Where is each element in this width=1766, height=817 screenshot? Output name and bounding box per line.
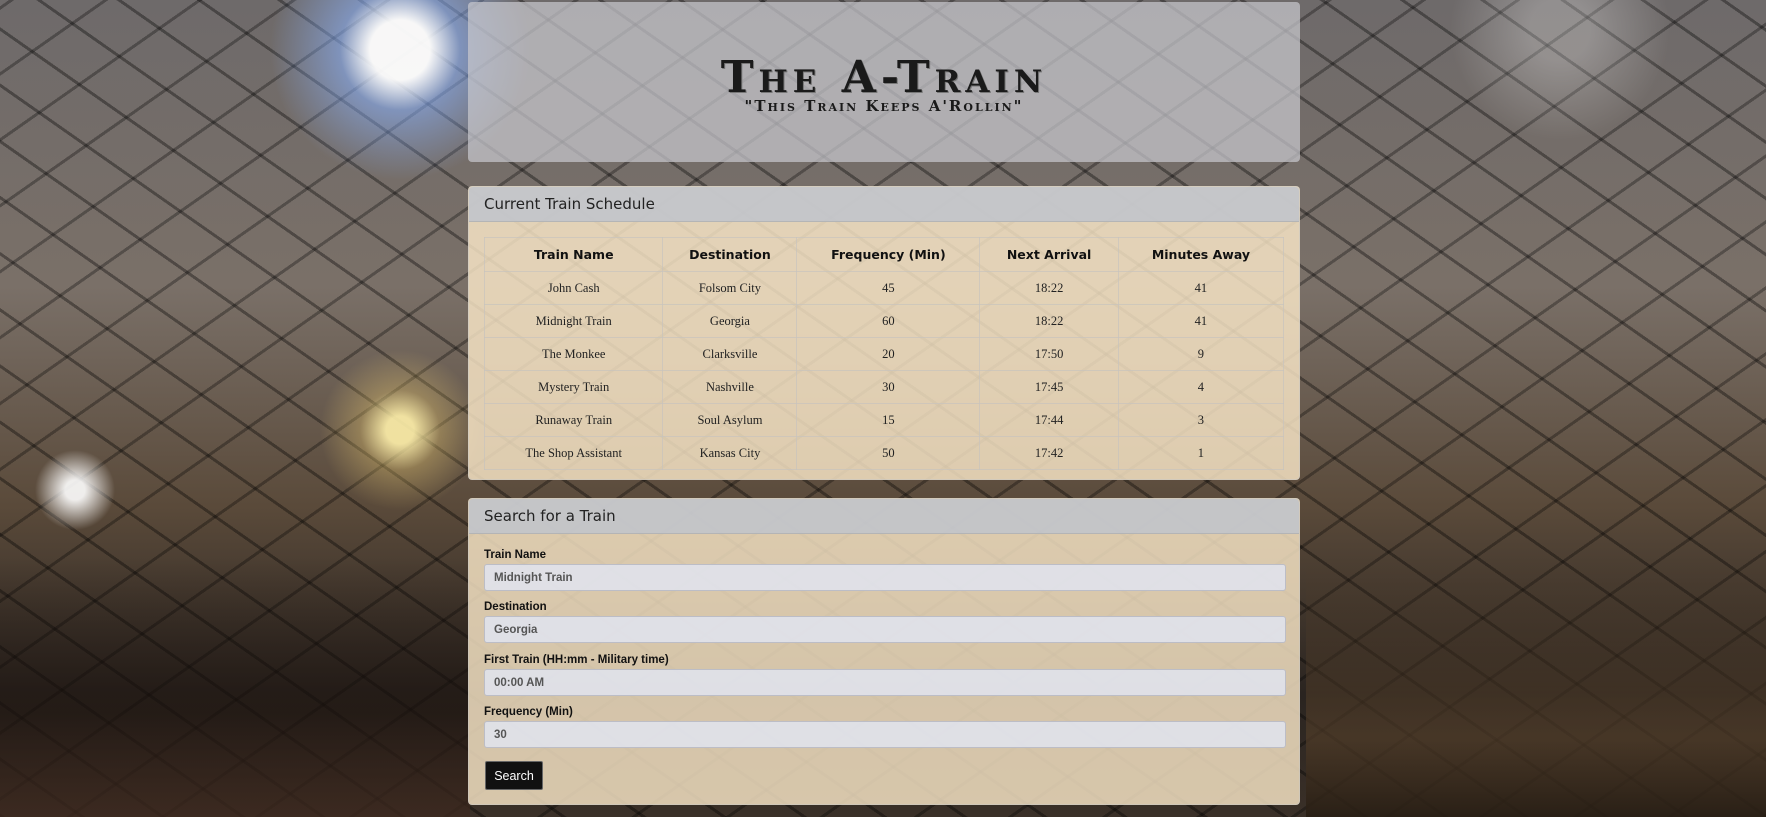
cell-minutes-away: 9	[1117, 337, 1285, 371]
table-header-row: Train Name Destination Frequency (Min) N…	[483, 237, 1285, 272]
cell-next-arrival: 17:45	[979, 370, 1119, 404]
column-header-next-arrival: Next Arrival	[979, 237, 1119, 272]
page-title: The A-Train	[720, 52, 1048, 103]
cell-frequency: 20	[796, 337, 981, 371]
cell-train-name: Runaway Train	[483, 403, 664, 437]
cell-minutes-away: 4	[1117, 370, 1285, 404]
cell-minutes-away: 1	[1117, 436, 1285, 470]
cell-minutes-away: 41	[1117, 271, 1285, 305]
cell-train-name: The Monkee	[483, 337, 664, 371]
cell-next-arrival: 17:44	[979, 403, 1119, 437]
cell-next-arrival: 18:22	[979, 271, 1119, 305]
train-name-label: Train Name	[484, 549, 546, 561]
train-name-group: Train Name	[484, 549, 1286, 591]
cell-frequency: 50	[796, 436, 981, 470]
train-name-input[interactable]	[484, 564, 1286, 591]
frequency-label: Frequency (Min)	[484, 706, 573, 718]
cell-frequency: 15	[796, 403, 981, 437]
destination-group: Destination	[484, 601, 1286, 643]
station-background-left	[0, 557, 470, 817]
frequency-group: Frequency (Min)	[484, 706, 1286, 748]
destination-label: Destination	[484, 601, 547, 613]
cell-train-name: Midnight Train	[483, 304, 664, 338]
cell-next-arrival: 17:42	[979, 436, 1119, 470]
cell-destination: Clarksville	[662, 337, 798, 371]
cell-frequency: 30	[796, 370, 981, 404]
cell-destination: Georgia	[662, 304, 798, 338]
schedule-panel: Current Train Schedule Train Name Destin…	[468, 186, 1300, 480]
cell-frequency: 60	[796, 304, 981, 338]
table-row: The Shop Assistant Kansas City 50 17:42 …	[483, 436, 1285, 470]
column-header-train-name: Train Name	[483, 237, 664, 272]
frequency-input[interactable]	[484, 721, 1286, 748]
table-row: Midnight Train Georgia 60 18:22 41	[483, 304, 1285, 338]
station-background-right	[1306, 557, 1766, 817]
search-panel-heading: Search for a Train	[469, 499, 1299, 534]
cell-destination: Kansas City	[662, 436, 798, 470]
cell-next-arrival: 17:50	[979, 337, 1119, 371]
cell-frequency: 45	[796, 271, 981, 305]
schedule-table: Train Name Destination Frequency (Min) N…	[483, 237, 1285, 470]
cell-minutes-away: 3	[1117, 403, 1285, 437]
schedule-panel-heading: Current Train Schedule	[469, 187, 1299, 222]
page-subtitle: "This Train Keeps A'Rollin"	[744, 97, 1024, 115]
table-row: Mystery Train Nashville 30 17:45 4	[483, 370, 1285, 404]
column-header-minutes-away: Minutes Away	[1117, 237, 1285, 272]
table-row: John Cash Folsom City 45 18:22 41	[483, 271, 1285, 305]
first-train-label: First Train (HH:mm - Military time)	[484, 654, 669, 666]
cell-destination: Soul Asylum	[662, 403, 798, 437]
cell-destination: Folsom City	[662, 271, 798, 305]
first-train-group: First Train (HH:mm - Military time)	[484, 654, 1286, 696]
cell-train-name: John Cash	[483, 271, 664, 305]
cell-train-name: The Shop Assistant	[483, 436, 664, 470]
cell-minutes-away: 41	[1117, 304, 1285, 338]
search-button[interactable]: Search	[485, 761, 543, 790]
column-header-frequency: Frequency (Min)	[796, 237, 981, 272]
destination-input[interactable]	[484, 616, 1286, 643]
table-row: Runaway Train Soul Asylum 15 17:44 3	[483, 403, 1285, 437]
first-train-input[interactable]	[484, 669, 1286, 696]
search-panel: Search for a Train Train Name Destinatio…	[468, 498, 1300, 805]
header-jumbotron: The A-Train "This Train Keeps A'Rollin"	[468, 2, 1300, 162]
column-header-destination: Destination	[662, 237, 798, 272]
cell-next-arrival: 18:22	[979, 304, 1119, 338]
main-container: The A-Train "This Train Keeps A'Rollin" …	[468, 0, 1300, 817]
table-row: The Monkee Clarksville 20 17:50 9	[483, 337, 1285, 371]
cell-train-name: Mystery Train	[483, 370, 664, 404]
cell-destination: Nashville	[662, 370, 798, 404]
